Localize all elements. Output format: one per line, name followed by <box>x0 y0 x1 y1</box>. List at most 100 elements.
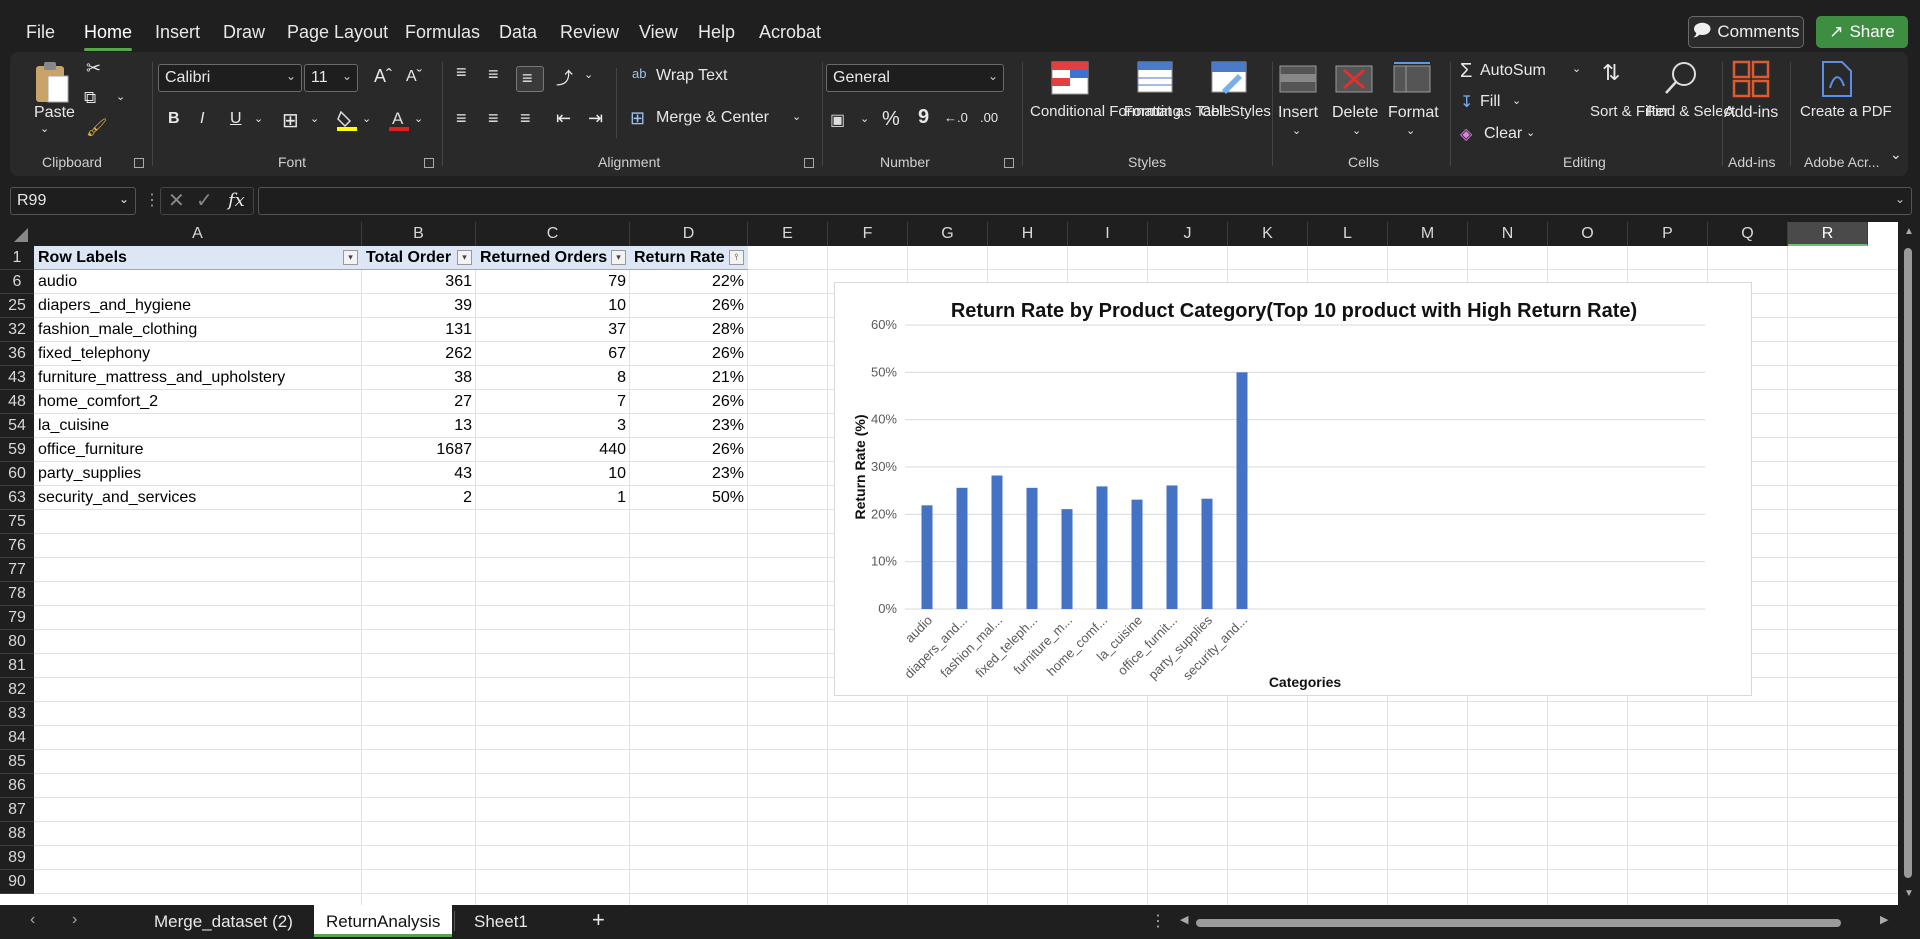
tab-options-icon[interactable]: ⋮ <box>1150 911 1166 931</box>
table-cell[interactable]: 361 <box>362 270 476 294</box>
row-header-80[interactable]: 80 <box>0 630 34 654</box>
align-middle-icon[interactable]: ≡ <box>488 64 499 85</box>
font-launcher-icon[interactable] <box>424 158 434 168</box>
table-cell[interactable]: 2 <box>362 486 476 510</box>
column-header-q[interactable]: Q <box>1708 222 1788 246</box>
format-as-table-button[interactable]: Format as Table <box>1124 102 1231 121</box>
fill-color-icon[interactable] <box>336 108 358 132</box>
copy-dropdown-icon[interactable]: ⌄ <box>116 90 125 103</box>
table-cell[interactable]: 440 <box>476 438 630 462</box>
table-cell[interactable]: 131 <box>362 318 476 342</box>
increase-decimal-icon[interactable]: ←.0 <box>944 110 968 125</box>
row-header-78[interactable]: 78 <box>0 582 34 606</box>
tab-draw[interactable]: Draw <box>223 22 265 43</box>
autosum-button[interactable]: AutoSum <box>1480 62 1546 80</box>
delete-cells-icon[interactable] <box>1334 62 1374 96</box>
row-header-76[interactable]: 76 <box>0 534 34 558</box>
align-right-icon[interactable]: ≡ <box>520 108 531 129</box>
table-cell[interactable]: 10 <box>476 294 630 318</box>
row-header-48[interactable]: 48 <box>0 390 34 414</box>
table-cell[interactable]: 43 <box>362 462 476 486</box>
row-header-6[interactable]: 6 <box>0 270 34 294</box>
clear-button[interactable]: Clear <box>1484 125 1522 143</box>
row-header-25[interactable]: 25 <box>0 294 34 318</box>
number-format-select[interactable]: General ⌄ <box>826 64 1004 92</box>
sheet-tab-return-analysis[interactable]: ReturnAnalysis <box>314 905 453 937</box>
sort-filter-button[interactable]: Sort & Filter <box>1590 102 1669 121</box>
delete-cells-button[interactable]: Delete <box>1332 104 1378 122</box>
accounting-format-icon[interactable]: ▣ <box>830 110 845 130</box>
table-cell[interactable]: 26% <box>630 294 748 318</box>
vertical-scrollbar[interactable]: ▲ ▼ <box>1898 222 1920 905</box>
scroll-left-icon[interactable]: ◀ <box>1180 913 1188 926</box>
chart-bar[interactable] <box>1131 499 1143 609</box>
paste-icon[interactable] <box>32 60 70 106</box>
filter-dropdown-icon[interactable]: ▾ <box>457 250 472 265</box>
row-header-86[interactable]: 86 <box>0 774 34 798</box>
table-header-cell[interactable]: Returned Orders <box>476 246 630 270</box>
table-row-label[interactable]: security_and_services <box>34 486 362 510</box>
tab-data[interactable]: Data <box>499 22 537 43</box>
table-row-label[interactable]: la_cuisine <box>34 414 362 438</box>
underline-button[interactable]: U <box>230 110 242 128</box>
share-button[interactable]: ↗ Share <box>1816 16 1908 48</box>
chart-bar[interactable] <box>1236 372 1248 609</box>
table-cell[interactable]: 50% <box>630 486 748 510</box>
conditional-formatting-icon[interactable] <box>1050 60 1090 96</box>
font-name-select[interactable]: Calibri ⌄ <box>158 64 302 92</box>
italic-button[interactable]: I <box>200 110 204 128</box>
row-header-54[interactable]: 54 <box>0 414 34 438</box>
ribbon-collapse-icon[interactable]: ⌄ <box>1890 146 1902 163</box>
name-box[interactable]: R99 ⌄ <box>10 187 136 215</box>
chart-bar[interactable] <box>1061 509 1073 609</box>
sheet-tab-sheet1[interactable]: Sheet1 <box>462 905 540 937</box>
orientation-icon[interactable]: ⤴ <box>556 64 573 89</box>
tab-home[interactable]: Home <box>84 22 133 51</box>
cut-icon[interactable]: ✂ <box>86 58 101 79</box>
table-cell[interactable]: 27 <box>362 390 476 414</box>
table-cell[interactable]: 1687 <box>362 438 476 462</box>
row-header-77[interactable]: 77 <box>0 558 34 582</box>
font-color-icon[interactable]: A <box>388 108 410 132</box>
filter-dropdown-icon[interactable]: ▾ <box>343 250 358 265</box>
table-cell[interactable]: 26% <box>630 438 748 462</box>
prev-sheet-icon[interactable]: ‹ <box>30 911 35 929</box>
table-row-label[interactable]: audio <box>34 270 362 294</box>
table-cell[interactable]: 67 <box>476 342 630 366</box>
chart-bar[interactable] <box>1096 486 1108 609</box>
column-header-n[interactable]: N <box>1468 222 1548 246</box>
comma-style-button[interactable]: 9 <box>918 106 929 129</box>
add-ins-icon[interactable] <box>1732 60 1770 98</box>
column-header-a[interactable]: A <box>34 222 362 246</box>
bold-button[interactable]: B <box>168 110 180 128</box>
table-cell[interactable]: 22% <box>630 270 748 294</box>
row-header-60[interactable]: 60 <box>0 462 34 486</box>
tab-view[interactable]: View <box>639 22 678 43</box>
row-header-1[interactable]: 1 <box>0 246 34 270</box>
fill-button[interactable]: Fill <box>1480 93 1500 111</box>
table-row-label[interactable]: diapers_and_hygiene <box>34 294 362 318</box>
spreadsheet-grid[interactable]: ABCDEFGHIJKLMNOPQR 1 6 25 32 36 43 48 54 59 60 63 7… <box>0 222 1920 905</box>
row-header-82[interactable]: 82 <box>0 678 34 702</box>
row-header-59[interactable]: 59 <box>0 438 34 462</box>
font-size-select[interactable]: 11 ⌄ <box>304 64 358 92</box>
table-row-label[interactable]: home_comfort_2 <box>34 390 362 414</box>
filter-active-icon[interactable]: ⫯ <box>729 250 744 265</box>
enter-icon[interactable]: ✓ <box>196 188 213 213</box>
tab-page-layout[interactable]: Page Layout <box>287 22 388 43</box>
row-header-81[interactable]: 81 <box>0 654 34 678</box>
table-row-label[interactable]: fashion_male_clothing <box>34 318 362 342</box>
scroll-right-icon[interactable]: ▶ <box>1880 913 1888 926</box>
table-cell[interactable]: 28% <box>630 318 748 342</box>
increase-indent-icon[interactable]: ⇥ <box>588 108 603 129</box>
format-cells-button[interactable]: Format <box>1388 104 1439 122</box>
tab-formulas[interactable]: Formulas <box>405 22 480 43</box>
table-cell[interactable]: 3 <box>476 414 630 438</box>
table-cell[interactable]: 26% <box>630 390 748 414</box>
vertical-scroll-thumb[interactable] <box>1904 248 1912 878</box>
table-cell[interactable]: 37 <box>476 318 630 342</box>
chart-bar[interactable] <box>921 505 933 609</box>
tab-acrobat[interactable]: Acrobat <box>759 22 821 43</box>
insert-function-icon[interactable]: fx <box>228 190 245 211</box>
tab-insert[interactable]: Insert <box>155 22 200 43</box>
